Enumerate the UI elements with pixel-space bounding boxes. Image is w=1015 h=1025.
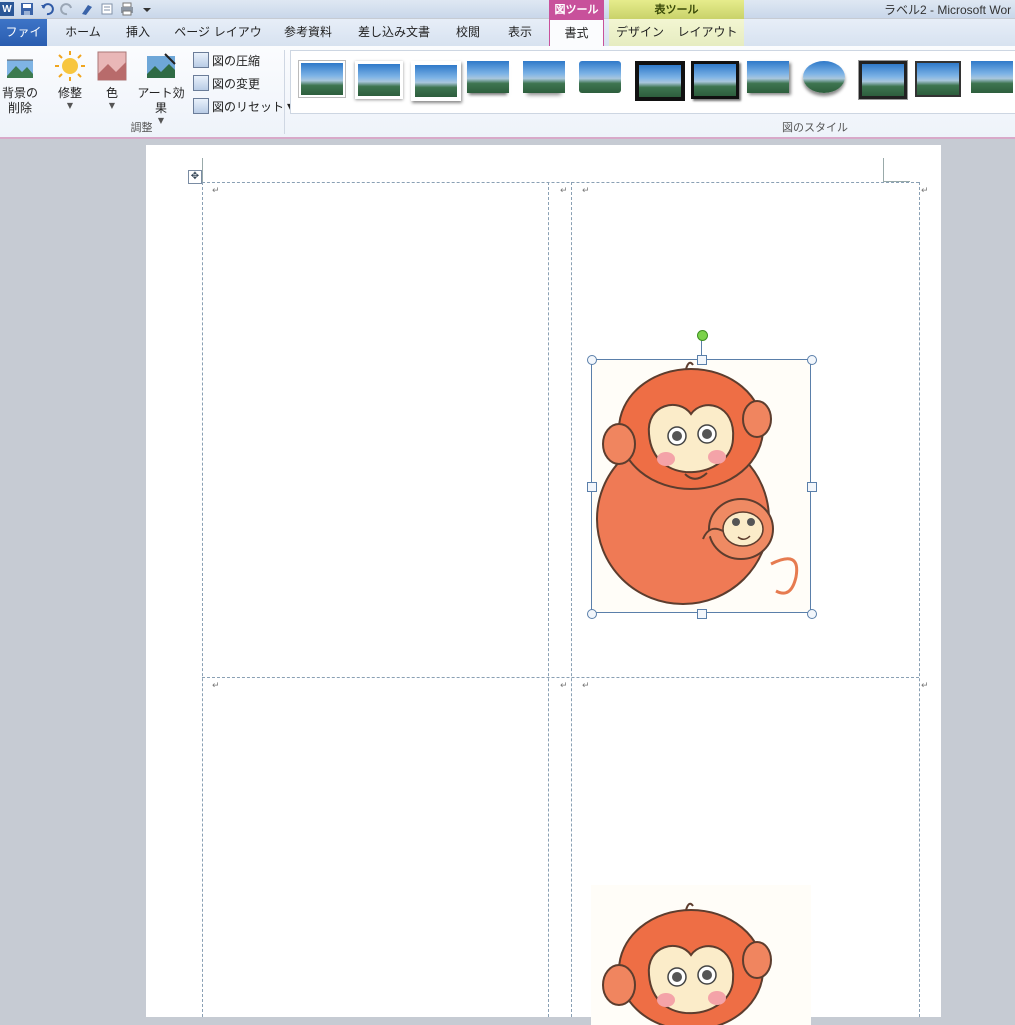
tab-view[interactable]: 表示 <box>500 19 540 46</box>
picture-style-6[interactable] <box>579 61 621 93</box>
reset-picture-icon <box>193 98 209 114</box>
format-painter-icon[interactable] <box>80 2 94 16</box>
resize-handle-top[interactable] <box>697 355 707 365</box>
table-gridline <box>202 182 919 183</box>
group-separator <box>284 50 285 134</box>
artistic-effects-icon <box>145 50 177 82</box>
tab-mailings[interactable]: 差し込み文書 <box>352 19 436 46</box>
paragraph-mark: ↵ <box>921 681 929 691</box>
tab-references[interactable]: 参考資料 <box>278 19 338 46</box>
resize-handle-top-right[interactable] <box>807 355 817 365</box>
sun-icon <box>54 50 86 82</box>
undo-icon[interactable] <box>40 2 54 16</box>
picture-style-2[interactable] <box>355 61 403 99</box>
monkey-picture-2[interactable] <box>591 885 811 1025</box>
tab-file[interactable]: ファイル <box>0 19 47 66</box>
compress-pictures-button[interactable]: 図の圧縮 <box>193 51 260 69</box>
picture-style-4[interactable] <box>467 61 509 93</box>
chevron-down-icon: ▼ <box>66 101 74 110</box>
table-gridline <box>202 677 919 678</box>
artistic-effects-label: アート効果 <box>137 86 185 115</box>
quick-access-toolbar: W <box>0 0 160 18</box>
picture-styles-group-label: 図のスタイル <box>782 121 848 134</box>
print-preview-icon[interactable] <box>100 2 114 16</box>
paragraph-mark: ↵ <box>560 186 568 196</box>
paragraph-mark: ↵ <box>921 186 929 196</box>
resize-handle-bottom-right[interactable] <box>807 609 817 619</box>
corrections-label: 修整 <box>57 86 82 100</box>
print-icon[interactable] <box>120 2 134 16</box>
corrections-button[interactable]: 修整 ▼ <box>50 50 90 110</box>
monkey-illustration-icon <box>591 885 811 1025</box>
table-tools-context-label: 表ツール <box>609 0 744 19</box>
reset-picture-label: 図のリセット <box>212 99 285 114</box>
picture-style-1[interactable] <box>299 61 345 97</box>
chevron-down-icon: ▼ <box>108 101 116 110</box>
compress-pictures-label: 図の圧縮 <box>212 53 261 68</box>
picture-tools-context-label: 図ツール <box>549 0 604 19</box>
document-page[interactable] <box>146 145 941 1017</box>
tab-review[interactable]: 校閲 <box>448 19 488 46</box>
table-gridline <box>919 182 920 1017</box>
change-picture-icon <box>193 75 209 91</box>
paragraph-mark: ↵ <box>582 186 590 196</box>
change-picture-button[interactable]: 図の変更 <box>193 74 260 92</box>
table-gridline <box>571 182 572 1017</box>
rotate-handle[interactable] <box>697 330 708 341</box>
color-palette-icon <box>96 50 128 82</box>
customize-qat-icon[interactable] <box>140 2 154 16</box>
ribbon-tab-row: ファイル ホーム 挿入 ページ レイアウト 参考資料 差し込み文書 校閲 表示 … <box>0 19 1015 66</box>
picture-style-11[interactable] <box>858 60 908 100</box>
picture-style-5[interactable] <box>523 61 565 93</box>
picture-style-7[interactable] <box>635 61 685 101</box>
resize-handle-bottom-left[interactable] <box>587 609 597 619</box>
change-picture-label: 図の変更 <box>212 76 261 91</box>
tab-page-layout[interactable]: ページ レイアウト <box>170 19 266 66</box>
picture-style-12[interactable] <box>915 61 961 97</box>
title-bar: W 図ツール 表ツール ラベル2 - Microsoft Wor <box>0 0 1015 19</box>
color-label: 色 <box>105 86 118 100</box>
ribbon-format: 背景の 削除 修整 ▼ 色 ▼ アート効果 ▼ 図の圧縮 図の変更 図のリセット… <box>0 46 1015 139</box>
picture-style-9[interactable] <box>747 61 789 93</box>
table-move-handle[interactable]: ✥ <box>188 170 202 184</box>
resize-handle-top-left[interactable] <box>587 355 597 365</box>
paragraph-mark: ↵ <box>212 681 220 691</box>
remove-background-label: 背景の 削除 <box>1 86 38 115</box>
paragraph-mark: ↵ <box>560 681 568 691</box>
picture-style-10[interactable] <box>803 61 845 93</box>
window-title: ラベル2 - Microsoft Wor <box>884 3 1012 17</box>
picture-style-3[interactable] <box>411 61 461 101</box>
selection-frame <box>591 359 811 613</box>
artistic-effects-button[interactable]: アート効果 ▼ <box>134 50 188 125</box>
paragraph-mark: ↵ <box>582 681 590 691</box>
tab-insert[interactable]: 挿入 <box>118 19 158 46</box>
redo-icon[interactable] <box>60 2 74 16</box>
margin-mark <box>202 158 203 182</box>
remove-background-button[interactable]: 背景の 削除 <box>0 50 40 116</box>
resize-handle-left[interactable] <box>587 482 597 492</box>
adjust-group-label: 調整 <box>130 121 153 134</box>
document-workspace <box>0 139 1015 1017</box>
monkey-picture[interactable] <box>591 359 811 613</box>
save-icon[interactable] <box>20 2 34 16</box>
paragraph-mark: ↵ <box>212 186 220 196</box>
picture-style-8[interactable] <box>691 61 739 99</box>
picture-style-13[interactable] <box>971 61 1013 93</box>
remove-background-icon <box>4 50 36 82</box>
tab-home[interactable]: ホーム <box>60 19 106 46</box>
reset-picture-button[interactable]: 図のリセット ▼ <box>193 97 293 115</box>
color-button[interactable]: 色 ▼ <box>94 50 130 110</box>
table-gridline <box>202 182 203 1017</box>
word-logo-icon[interactable]: W <box>0 2 14 16</box>
table-gridline <box>548 182 549 1017</box>
margin-mark <box>883 158 884 182</box>
compress-pictures-icon <box>193 52 209 68</box>
picture-styles-gallery <box>290 50 1015 114</box>
tab-format[interactable]: 書式 <box>549 19 604 48</box>
resize-handle-right[interactable] <box>807 482 817 492</box>
resize-handle-bottom[interactable] <box>697 609 707 619</box>
tab-design[interactable]: デザイン <box>609 19 671 46</box>
tab-layout[interactable]: レイアウト <box>671 19 744 46</box>
